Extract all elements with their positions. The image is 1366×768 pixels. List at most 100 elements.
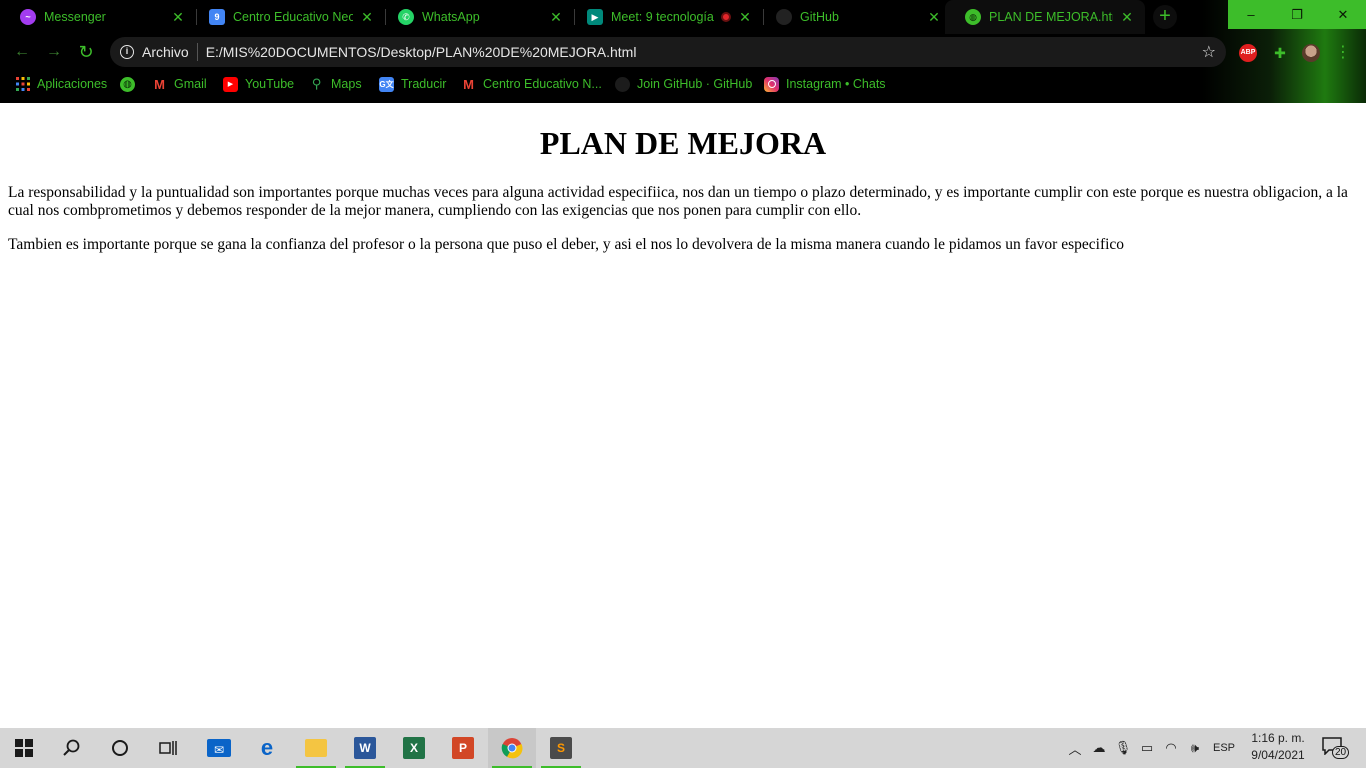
excel-icon: X (403, 737, 425, 759)
edge-icon: e (260, 735, 274, 760)
tab-title: GitHub (800, 10, 839, 24)
wifi-icon[interactable]: ◠ (1160, 728, 1182, 768)
notification-count-badge: 20 (1332, 746, 1350, 759)
tab-meet[interactable]: ▶ Meet: 9 tecnología ✕ (567, 0, 763, 34)
word-icon: W (354, 737, 376, 759)
adblock-plus-icon[interactable]: ABP (1239, 44, 1257, 62)
close-window-button[interactable]: ✕ (1320, 0, 1366, 29)
tab-title: PLAN DE MEJORA.html (989, 10, 1113, 24)
close-icon[interactable]: ✕ (737, 9, 753, 26)
gmail-icon: M (463, 76, 474, 92)
taskbar-mail[interactable]: ✉ (195, 728, 243, 768)
sublime-text-icon: S (550, 737, 572, 759)
paragraph-responsabilidad: La responsabilidad y la puntualidad son … (8, 184, 1348, 219)
cortana-icon (112, 740, 128, 756)
file-explorer-icon (305, 739, 327, 757)
recording-indicator-icon (721, 12, 731, 22)
tab-title: WhatsApp (422, 10, 480, 24)
address-divider (196, 43, 198, 61)
globe-icon: ◍ (965, 9, 981, 25)
gmail-icon: M (154, 76, 165, 92)
windows-taskbar: ✉ e W X P S ︿ ☁ 🎙 ▭ ◠ 🕪 ESP 1:16 p. m. 9… (0, 728, 1366, 768)
bookmark-label: Gmail (174, 77, 207, 91)
menu-kebab-icon[interactable]: ⋮ (1334, 44, 1352, 62)
microphone-icon[interactable]: 🎙 (1112, 728, 1134, 768)
onedrive-cloud-icon[interactable]: ☁ (1088, 728, 1110, 768)
site-info-chip[interactable]: Archivo (142, 44, 189, 60)
bookmark-traducir[interactable]: G文 Traducir (379, 75, 446, 93)
taskbar-chrome[interactable] (488, 728, 536, 768)
tab-strip: ~ Messenger ✕ 9 Centro Educativo Neosi ✕… (0, 0, 1366, 34)
bookmark-aplicaciones[interactable]: Aplicaciones (15, 75, 107, 93)
bookmark-maps[interactable]: ⚲ Maps (309, 75, 362, 93)
language-indicator[interactable]: ESP (1208, 728, 1240, 768)
paragraph-confianza: Tambien es importante porque se gana la … (8, 236, 1125, 253)
new-tab-button[interactable]: + (1153, 5, 1177, 29)
minimize-button[interactable]: – (1228, 0, 1274, 29)
close-icon[interactable]: ✕ (1119, 9, 1135, 26)
page-content: PLAN DE MEJORA La responsabilidad y la p… (0, 103, 1366, 728)
forward-arrow-icon[interactable]: → (42, 40, 66, 64)
info-icon[interactable]: i (120, 45, 134, 59)
youtube-icon: ▶ (223, 76, 238, 92)
bookmark-globe[interactable]: ◍ (120, 75, 142, 93)
taskbar-powerpoint[interactable]: P (439, 728, 487, 768)
clock-date: 9/04/2021 (1251, 748, 1305, 762)
mail-icon: ✉ (207, 739, 231, 757)
tab-centro-educativo[interactable]: 9 Centro Educativo Neosi ✕ (189, 0, 385, 34)
cortana-button[interactable] (96, 728, 144, 768)
powerpoint-icon: P (452, 737, 474, 759)
volume-icon[interactable]: 🕪 (1184, 728, 1206, 768)
back-arrow-icon[interactable]: ← (10, 40, 34, 64)
apps-grid-icon (15, 77, 30, 92)
system-clock[interactable]: 1:16 p. m. 9/04/2021 (1240, 730, 1316, 764)
start-button[interactable] (0, 728, 48, 768)
close-icon[interactable]: ✕ (170, 9, 186, 26)
tab-title: Meet: 9 tecnología (611, 10, 714, 24)
taskbar-edge[interactable]: e (243, 728, 291, 768)
tab-title: Messenger (44, 10, 106, 24)
bookmark-instagram[interactable]: Instagram • Chats (764, 75, 886, 93)
clock-time: 1:16 p. m. (1251, 731, 1305, 745)
task-view-button[interactable] (144, 728, 192, 768)
translate-icon: G文 (379, 76, 394, 92)
tab-title: Centro Educativo Neosi (233, 10, 353, 24)
bookmark-label: Join GitHub · GitHub (637, 77, 753, 91)
address-bar[interactable]: i Archivo E:/MIS%20DOCUMENTOS/Desktop/PL… (110, 37, 1226, 67)
tab-messenger[interactable]: ~ Messenger ✕ (0, 0, 196, 34)
close-icon[interactable]: ✕ (548, 9, 564, 26)
bookmark-join-github[interactable]: Join GitHub · GitHub (615, 75, 752, 93)
bookmarks-bar: Aplicaciones ◍ M Gmail ▶ YouTube ⚲ Maps … (0, 70, 1366, 98)
reload-icon[interactable]: ↻ (74, 40, 98, 64)
close-icon[interactable]: ✕ (926, 9, 942, 26)
browser-toolbar: ← → ↻ i Archivo E:/MIS%20DOCUMENTOS/Desk… (0, 34, 1366, 70)
bookmark-label: Traducir (401, 77, 447, 91)
profile-avatar[interactable] (1302, 44, 1320, 62)
bookmark-star-icon[interactable]: ☆ (1202, 42, 1216, 62)
whatsapp-icon: ✆ (398, 9, 414, 25)
bookmark-label: Aplicaciones (37, 77, 108, 91)
extensions-puzzle-icon[interactable]: ✚ (1271, 44, 1289, 62)
search-button[interactable] (48, 728, 96, 768)
bookmark-gmail[interactable]: M Gmail (152, 75, 207, 93)
windows-start-icon (15, 739, 33, 757)
tab-github[interactable]: GitHub ✕ (756, 0, 952, 34)
battery-icon[interactable]: ▭ (1136, 728, 1158, 768)
url-text[interactable]: E:/MIS%20DOCUMENTOS/Desktop/PLAN%20DE%20… (206, 44, 1202, 60)
tab-plan-de-mejora[interactable]: ◍ PLAN DE MEJORA.html ✕ (945, 0, 1145, 34)
show-hidden-icons-chevron-icon[interactable]: ︿ (1064, 728, 1086, 768)
bookmark-youtube[interactable]: ▶ YouTube (223, 75, 294, 93)
github-icon (776, 9, 792, 25)
bookmark-label: Instagram • Chats (786, 77, 886, 91)
bookmark-centro-educativo[interactable]: M Centro Educativo N... (461, 75, 602, 93)
taskbar-word[interactable]: W (341, 728, 389, 768)
taskbar-excel[interactable]: X (390, 728, 438, 768)
close-icon[interactable]: ✕ (359, 9, 375, 26)
restore-button[interactable]: ❐ (1274, 0, 1320, 29)
meet-icon: ▶ (587, 9, 603, 25)
taskbar-sublime[interactable]: S (537, 728, 585, 768)
tab-whatsapp[interactable]: ✆ WhatsApp ✕ (378, 0, 574, 34)
taskbar-file-explorer[interactable] (292, 728, 340, 768)
globe-icon: ◍ (120, 76, 135, 92)
action-center-button[interactable]: 20 (1318, 735, 1354, 761)
